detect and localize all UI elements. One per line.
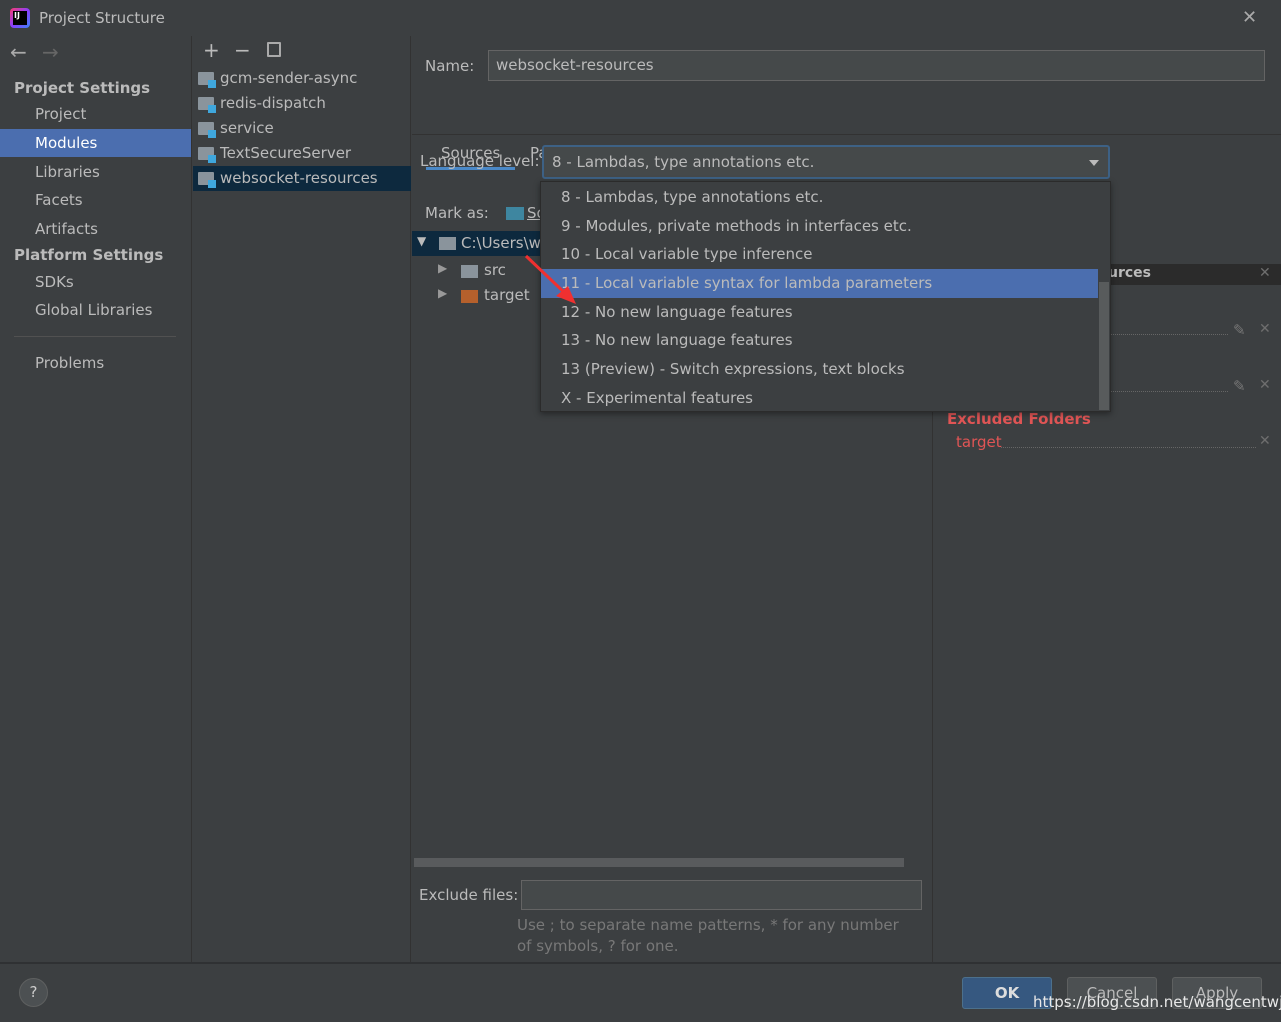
module-label: service [220, 119, 274, 137]
sidebar: ← → Project Settings Project Modules Lib… [0, 36, 192, 962]
title-bar: IJ Project Structure ✕ [0, 0, 1281, 36]
dropdown-option[interactable]: 8 - Lambdas, type annotations etc. [541, 183, 1098, 212]
module-list: + − gcm-sender-async redis-dispatch serv… [193, 36, 411, 962]
collapse-arrow-icon[interactable]: ▼ [417, 234, 426, 248]
horizontal-scrollbar[interactable] [414, 858, 904, 867]
watermark: https://blog.csdn.net/wangcentwjy [1033, 993, 1281, 1011]
module-label: gcm-sender-async [220, 69, 358, 87]
remove-icon[interactable]: − [234, 38, 251, 62]
close-icon[interactable]: ✕ [1242, 7, 1257, 28]
back-arrow-icon[interactable]: ← [10, 40, 27, 64]
language-level-value: 8 - Lambdas, type annotations etc. [552, 153, 815, 171]
dropdown-option[interactable]: 9 - Modules, private methods in interfac… [541, 212, 1098, 241]
sidebar-item-global-libraries[interactable]: Global Libraries [0, 296, 191, 324]
module-item[interactable]: redis-dispatch [193, 91, 411, 116]
expand-arrow-icon[interactable]: ▶ [438, 286, 447, 300]
language-level-select[interactable]: 8 - Lambdas, type annotations etc. [542, 145, 1110, 179]
dropdown-option-selected[interactable]: 11 - Local variable syntax for lambda pa… [541, 269, 1098, 298]
name-input[interactable]: websocket-resources [488, 50, 1265, 81]
sidebar-item-libraries[interactable]: Libraries [0, 158, 191, 186]
module-item[interactable]: service [193, 116, 411, 141]
name-label: Name: [425, 57, 475, 75]
platform-settings-heading: Platform Settings [14, 246, 164, 264]
dotted-line [1108, 391, 1228, 392]
expand-arrow-icon[interactable]: ▶ [438, 261, 447, 275]
module-item-selected[interactable]: websocket-resources [193, 166, 411, 191]
dropdown-scrollbar[interactable] [1099, 282, 1109, 410]
dropdown-option[interactable]: 10 - Local variable type inference [541, 240, 1098, 269]
edit-icon[interactable]: ✎ [1233, 377, 1246, 395]
excluded-folder-item[interactable]: target [956, 433, 1002, 451]
sidebar-item-project[interactable]: Project [0, 100, 191, 128]
module-label: redis-dispatch [220, 94, 326, 112]
exclude-files-hint: Use ; to separate name patterns, * for a… [517, 916, 899, 955]
module-item[interactable]: gcm-sender-async [193, 66, 411, 91]
tab-divider [412, 134, 1281, 135]
dotted-line [1108, 334, 1228, 335]
intellij-logo-icon: IJ [10, 8, 30, 28]
project-settings-heading: Project Settings [14, 79, 151, 97]
module-label: websocket-resources [220, 169, 378, 187]
sidebar-item-facets[interactable]: Facets [0, 186, 191, 214]
language-level-dropdown: 8 - Lambdas, type annotations etc. 9 - M… [540, 181, 1111, 412]
mark-as-label: Mark as: [425, 204, 489, 222]
tree-item-label: src [484, 261, 506, 279]
content-root-title: urces [1108, 265, 1151, 281]
dropdown-option[interactable]: 13 (Preview) - Switch expressions, text … [541, 355, 1098, 384]
remove-excluded-icon[interactable]: ✕ [1259, 433, 1271, 449]
dropdown-option[interactable]: 12 - No new language features [541, 298, 1098, 327]
module-editor: Name: websocket-resources Sources Paths … [412, 36, 1281, 962]
folder-icon [461, 265, 478, 278]
module-folder-icon [198, 72, 216, 88]
forward-arrow-icon[interactable]: → [42, 40, 59, 64]
edit-icon[interactable]: ✎ [1233, 321, 1246, 339]
dropdown-arrow-icon [1089, 160, 1099, 166]
remove-icon[interactable]: ✕ [1259, 321, 1271, 337]
red-arrow-annotation [524, 254, 576, 304]
copy-icon[interactable] [267, 42, 281, 57]
divider [14, 336, 176, 337]
sidebar-item-artifacts[interactable]: Artifacts [0, 215, 191, 243]
module-label: TextSecureServer [220, 144, 352, 162]
footer-divider [0, 962, 1281, 964]
language-level-label: Language level: [420, 152, 540, 170]
exclude-files-input[interactable] [521, 880, 922, 910]
module-folder-icon [198, 122, 216, 138]
exclude-files-label: Exclude files: [419, 886, 519, 904]
help-button[interactable]: ? [19, 978, 48, 1007]
dropdown-option[interactable]: X - Experimental features [541, 384, 1098, 413]
module-folder-icon [198, 172, 216, 188]
sidebar-item-sdks[interactable]: SDKs [0, 268, 191, 296]
dotted-line [1001, 447, 1256, 448]
module-folder-icon [198, 147, 216, 163]
dropdown-option[interactable]: 13 - No new language features [541, 326, 1098, 355]
sidebar-item-problems[interactable]: Problems [0, 349, 191, 377]
mark-sources-button[interactable]: Sources [527, 204, 541, 222]
remove-icon[interactable]: ✕ [1259, 377, 1271, 393]
sidebar-item-modules[interactable]: Modules [0, 129, 191, 157]
sources-folder-icon [506, 207, 524, 220]
window-title: Project Structure [39, 9, 165, 27]
folder-icon [439, 237, 456, 250]
remove-root-icon[interactable]: ✕ [1259, 265, 1271, 281]
add-icon[interactable]: + [203, 38, 220, 62]
module-folder-icon [198, 97, 216, 113]
module-item[interactable]: TextSecureServer [193, 141, 411, 166]
excluded-folder-icon [461, 290, 478, 303]
